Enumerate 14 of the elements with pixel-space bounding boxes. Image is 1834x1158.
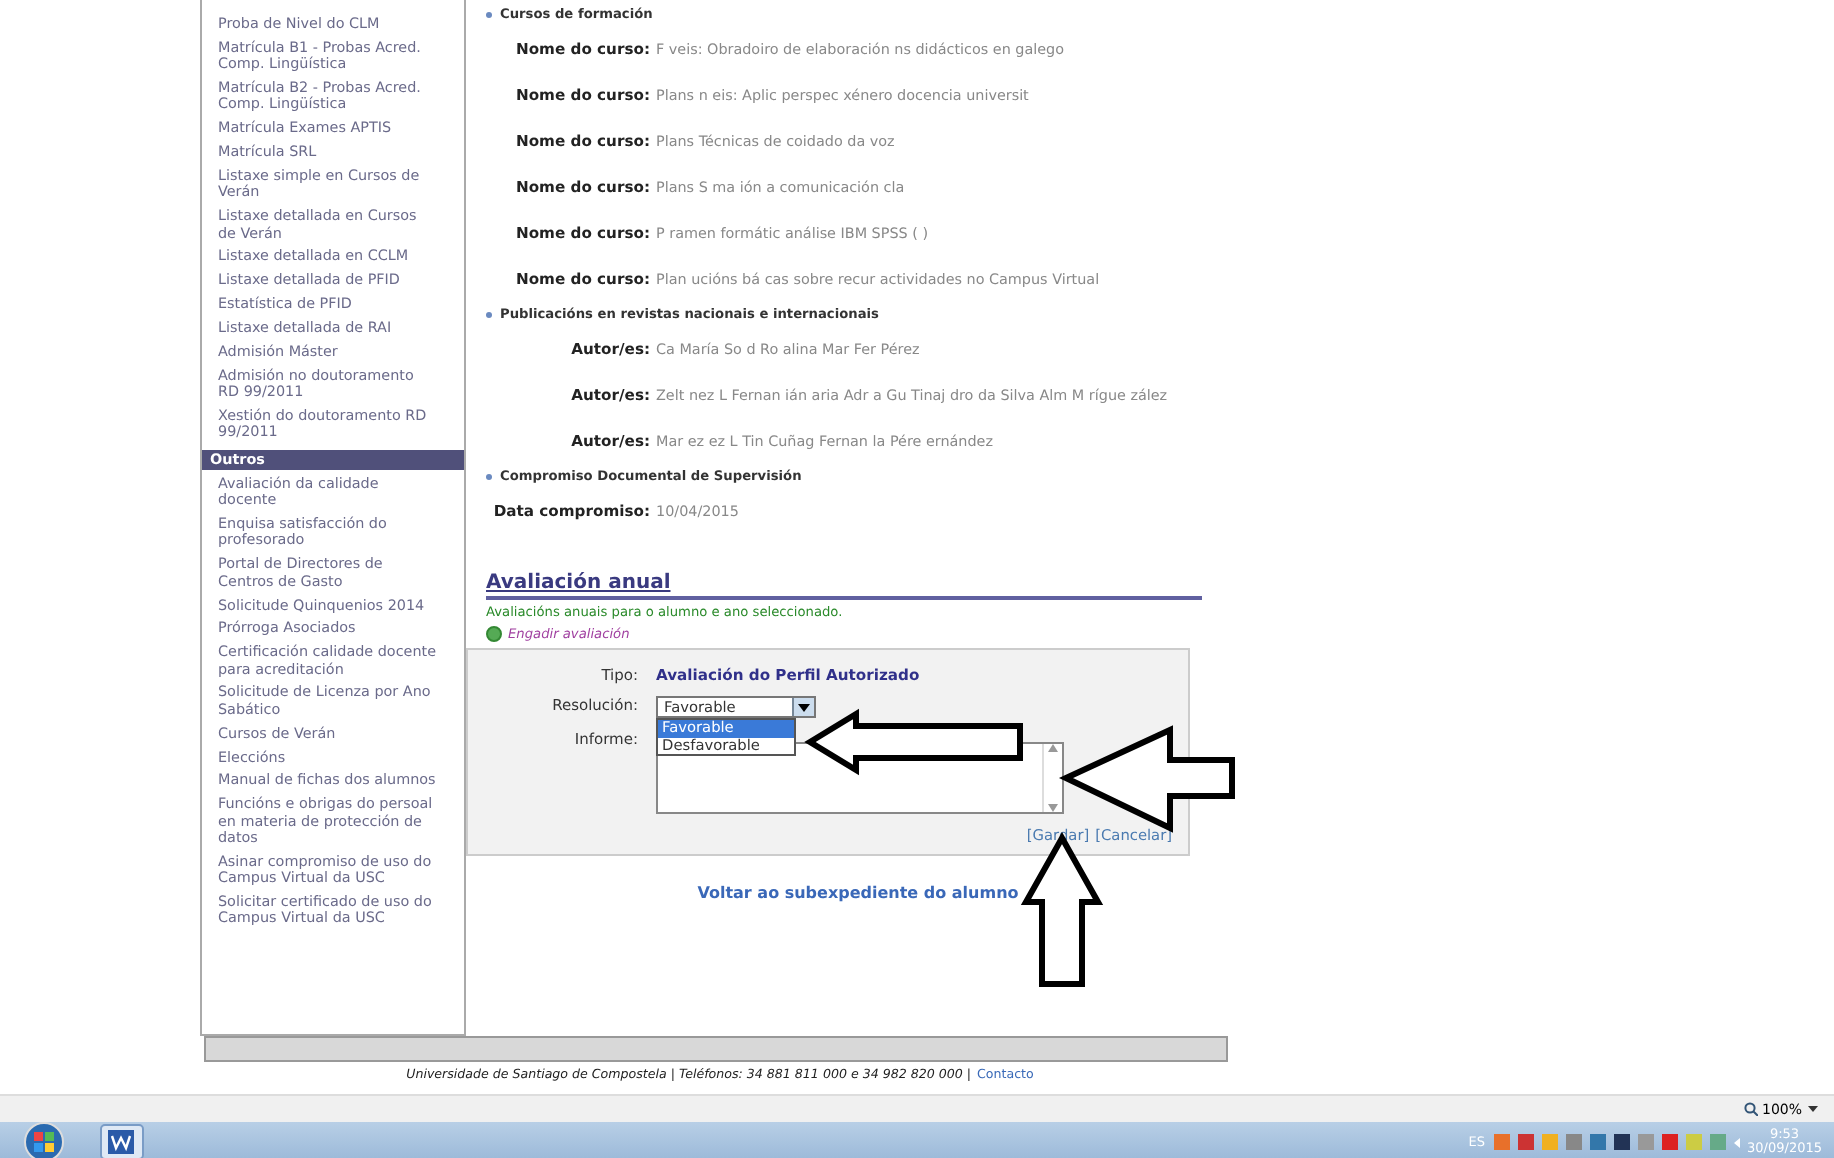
dropdown-arrow-icon: [792, 698, 814, 716]
bullet-icon: [486, 473, 492, 479]
scroll-down-icon[interactable]: [1048, 804, 1058, 812]
start-button[interactable]: [24, 1122, 64, 1158]
scrollbar[interactable]: [1042, 744, 1062, 812]
magnifier-icon: [1743, 1102, 1758, 1116]
add-icon: [486, 626, 502, 642]
scroll-up-icon[interactable]: [1048, 744, 1058, 752]
section-heading: Avaliación anual: [486, 572, 1202, 600]
word-app-icon[interactable]: [100, 1124, 144, 1158]
caret-icon[interactable]: [1808, 1106, 1818, 1112]
back-link[interactable]: Voltar ao subexpediente do alumno: [486, 884, 1230, 902]
bullet-icon: [486, 311, 492, 317]
bullet-icon: [486, 11, 492, 17]
